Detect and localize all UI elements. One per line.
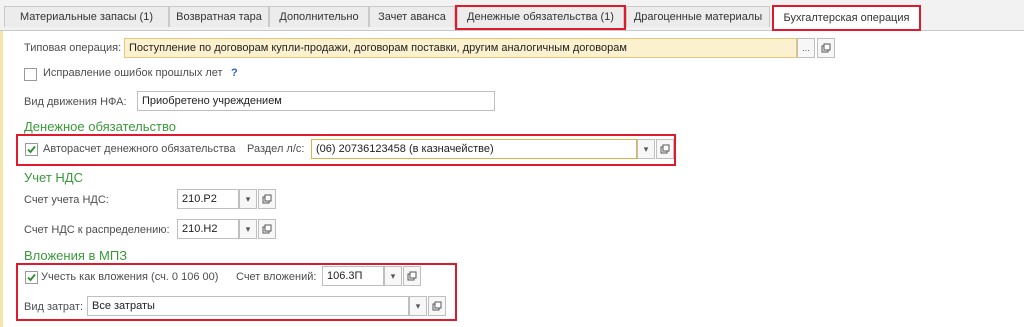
vat-distribution-field[interactable]: 210.Н2 [177, 219, 239, 239]
left-edge-stripe [0, 31, 3, 327]
open-form-icon[interactable] [403, 266, 421, 286]
chevron-down-icon[interactable]: ▾ [239, 189, 257, 209]
open-form-icon[interactable] [258, 189, 276, 209]
open-form-icon[interactable] [258, 219, 276, 239]
chevron-down-icon[interactable]: ▾ [409, 296, 427, 316]
tab-returnable-container[interactable]: Возвратная тара [169, 6, 269, 27]
open-form-icon[interactable] [428, 296, 446, 316]
nfa-field[interactable]: Приобретено учреждением [137, 91, 495, 111]
open-form-icon[interactable] [656, 139, 674, 159]
nfa-label: Вид движения НФА: [24, 96, 127, 108]
checkmark-icon [27, 273, 36, 282]
checkmark-icon [27, 145, 36, 154]
cost-type-label: Вид затрат: [24, 301, 84, 313]
open-form-icon[interactable] [817, 38, 835, 58]
razdel-label: Раздел л/с: [247, 143, 305, 155]
tab-advance-offset[interactable]: Зачет аванса [369, 6, 455, 27]
tab-additional[interactable]: Дополнительно [269, 6, 369, 27]
typical-op-label: Типовая операция: [24, 42, 122, 54]
money-section-title: Денежное обязательство [24, 119, 176, 134]
error-fix-label: Исправление ошибок прошлых лет [43, 67, 223, 79]
include-investment-label: Учесть как вложения (сч. 0 106 00) [41, 271, 219, 283]
typical-op-field[interactable]: Поступление по договорам купли-продажи, … [124, 38, 797, 58]
include-investment-checkbox[interactable] [25, 271, 38, 284]
error-fix-checkbox[interactable] [24, 68, 37, 81]
vat-section-title: Учет НДС [24, 170, 83, 185]
vat-account-field[interactable]: 210.Р2 [177, 189, 239, 209]
chevron-down-icon[interactable]: ▾ [239, 219, 257, 239]
auto-calc-label: Авторасчет денежного обязательства [43, 143, 236, 155]
mpz-section-title: Вложения в МПЗ [24, 248, 128, 263]
tabs-bar: Материальные запасы (1) Возвратная тара … [0, 0, 1024, 31]
invest-account-label: Счет вложений: [236, 271, 317, 283]
tab-accounting-operation[interactable]: Бухгалтерская операция [773, 5, 920, 31]
tab-materials[interactable]: Материальные запасы (1) [4, 6, 169, 27]
cost-type-field[interactable]: Все затраты [87, 296, 409, 316]
tab-money-obligations[interactable]: Денежные обязательства (1) [457, 6, 624, 27]
razdel-field[interactable]: (06) 20736123458 (в казначействе) [311, 139, 637, 159]
invest-account-field[interactable]: 106.3П [322, 266, 384, 286]
help-icon[interactable]: ? [231, 67, 238, 79]
vat-distribution-label: Счет НДС к распределению: [24, 224, 170, 236]
ellipsis-icon[interactable]: ... [797, 38, 815, 58]
auto-calc-checkbox[interactable] [25, 143, 38, 156]
chevron-down-icon[interactable]: ▾ [637, 139, 655, 159]
tab-precious-materials[interactable]: Драгоценные материалы [626, 6, 770, 27]
chevron-down-icon[interactable]: ▾ [384, 266, 402, 286]
vat-account-label: Счет учета НДС: [24, 194, 109, 206]
